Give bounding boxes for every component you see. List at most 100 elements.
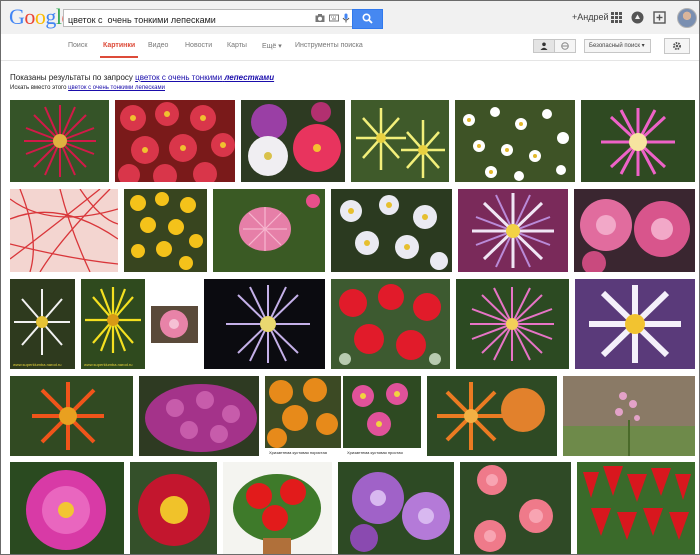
image-result[interactable]: www.superklumba.narod.ru [81,279,145,369]
purple-white-aster-thumbnail [458,189,568,272]
person-icon [540,42,548,50]
pink-white-asters-thumbnail [241,100,345,182]
purple-dahlias-thumbnail [338,462,454,554]
safe-search-dropdown[interactable]: Безопасный поиск ▾ [584,39,651,53]
image-result[interactable] [223,462,332,554]
red-chrysanthemums-thumbnail [115,100,235,182]
showing-results-notice: Показаны результаты по запросу цветок с … [10,73,274,82]
red-thin-petals-thumbnail [10,189,118,272]
pink-roses-thumbnail [460,462,571,554]
image-result[interactable] [10,462,124,554]
user-link[interactable]: +Андрей [572,12,609,22]
tab-more-label: Ещё [262,43,277,50]
purple-spider-aster-thumbnail [204,279,325,369]
image-watermark: www.superklumba.narod.ru [84,362,133,367]
top-bar: Google +Андрей [1,1,699,34]
search-tools-button[interactable]: Инструменты поиска [295,42,363,49]
white-purple-dahlia-thumbnail [575,279,695,369]
white-asters-thumbnail [331,189,452,272]
image-result[interactable] [351,100,449,182]
search-box [63,9,353,28]
tab-video[interactable]: Видео [148,42,168,49]
image-result[interactable] [10,376,133,456]
image-result[interactable] [456,279,569,369]
orange-dahlia-thumbnail [10,376,133,456]
image-result[interactable] [563,376,695,456]
purple-shrub-thumbnail [139,376,259,456]
image-result[interactable] [213,189,325,272]
image-result[interactable] [455,100,575,182]
image-result[interactable] [10,189,118,272]
image-result[interactable] [331,279,450,369]
tab-more[interactable]: Ещё ▾ [262,42,282,50]
personal-results-button[interactable] [533,39,555,53]
pink-peony-asters-thumbnail [574,189,695,272]
search-button[interactable] [352,9,383,29]
settings-button[interactable] [664,38,690,54]
notifications-icon[interactable] [631,11,644,24]
globe-icon [561,42,569,50]
corrected-query-link[interactable]: цветок с очень тонкими лепестками [135,73,274,82]
global-results-button[interactable] [554,39,576,53]
image-watermark: www.superklumba.narod.ru [13,362,62,367]
microphone-icon[interactable] [341,13,351,23]
chevron-down-icon: ▾ [641,43,645,49]
logo-letter: G [9,4,25,29]
apps-grid-icon[interactable] [610,11,623,24]
image-result[interactable] [204,279,325,369]
image-result[interactable]: Хризантема кустовая пористая [265,376,341,456]
image-result[interactable] [575,279,695,369]
google-logo[interactable]: Google [9,4,71,30]
red-peony-thumbnail [130,462,217,554]
image-result[interactable] [130,462,217,554]
image-result[interactable] [458,189,568,272]
tab-images[interactable]: Картинки [103,42,135,49]
search-instead-prefix: Искать вместо этого [10,85,67,91]
image-result[interactable] [331,189,452,272]
camera-icon[interactable] [315,13,325,23]
image-result[interactable] [574,189,695,272]
browser-viewport: Google +Андрей Поиск Картинки Видео Ново… [0,0,700,555]
red-monarda-thumbnail [331,279,450,369]
image-result[interactable] [427,376,557,456]
tab-maps[interactable]: Карты [227,42,247,49]
pink-ice-plant-thumbnail [581,100,695,182]
search-icon [362,13,373,24]
avatar[interactable] [677,8,697,28]
image-result[interactable] [115,100,235,182]
small-pink-aster-thumbnail [151,306,198,343]
image-result[interactable] [577,462,695,554]
search-input[interactable] [64,12,312,28]
pink-spiky-aster-thumbnail [456,279,569,369]
share-plus-icon[interactable] [653,11,666,24]
orange-cactus-dahlia-thumbnail [427,376,557,456]
red-hibiscus-pot-thumbnail [223,462,332,554]
active-tab-indicator [100,56,138,58]
image-result[interactable] [124,189,207,272]
image-result[interactable]: www.superklumba.narod.ru [10,279,75,369]
image-result[interactable] [10,100,109,182]
red-tulips-thumbnail [577,462,695,554]
image-result[interactable] [338,462,454,554]
logo-letter: o [24,4,35,29]
gear-icon [673,42,681,50]
image-result[interactable] [241,100,345,182]
yellow-flowers-thumbnail [124,189,207,272]
pink-aster-bud-thumbnail [213,189,325,272]
tab-search[interactable]: Поиск [68,42,87,49]
image-caption: Хризантема кустовая простая [347,450,403,455]
logo-letter: g [45,4,56,29]
tab-news[interactable]: Новости [185,42,212,49]
image-result[interactable] [460,462,571,554]
white-dahlia-thumbnail [10,279,75,369]
image-result[interactable] [151,306,198,343]
image-result[interactable]: Хризантема кустовая простая [343,376,421,456]
image-result[interactable] [139,376,259,456]
pink-chrysanthemum-thumbnail [343,376,421,456]
original-query-link[interactable]: цветок с очень тонкими лепесками [68,85,165,91]
keyboard-icon[interactable] [329,13,339,23]
orange-chrysanthemum-thumbnail [265,376,341,456]
safe-search-label: Безопасный поиск [589,43,640,49]
logo-letter: o [34,4,46,29]
image-result[interactable] [581,100,695,182]
